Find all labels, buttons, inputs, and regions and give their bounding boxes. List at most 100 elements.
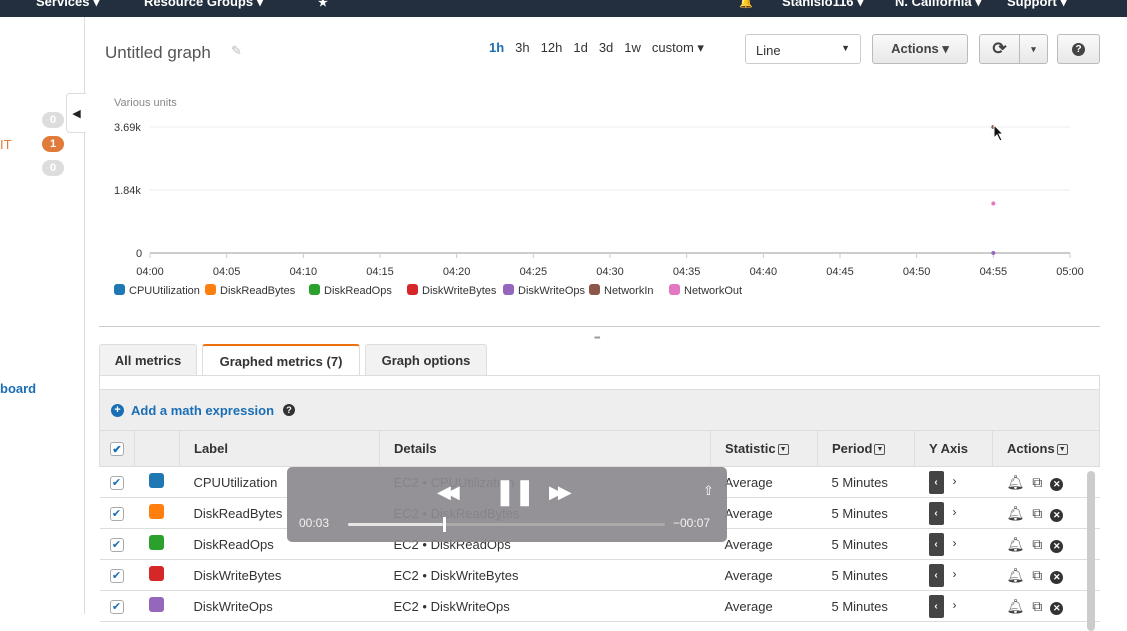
- playback-scrubber[interactable]: [348, 523, 665, 526]
- refresh-icon[interactable]: ⟳: [979, 34, 1020, 64]
- dropdown-icon[interactable]: ▼: [778, 444, 789, 455]
- duplicate-icon[interactable]: ⧉: [1032, 474, 1042, 491]
- remove-icon[interactable]: ✕: [1050, 540, 1063, 553]
- dropdown-icon[interactable]: ▼: [874, 444, 885, 455]
- elapsed-time: 00:03: [299, 516, 329, 530]
- chevron-down-icon: ▼: [841, 43, 850, 53]
- range-3d[interactable]: 3d: [599, 40, 613, 56]
- sidebar-item-alarm[interactable]: IT: [0, 137, 12, 152]
- resize-handle[interactable]: ▪▪▪: [594, 333, 600, 342]
- row-checkbox[interactable]: ✔: [110, 507, 124, 521]
- row-checkbox[interactable]: ✔: [110, 476, 124, 490]
- y-axis-right-icon[interactable]: ›: [953, 474, 957, 488]
- rewind-icon[interactable]: ◀◀: [437, 482, 455, 503]
- legend-label: DiskWriteBytes: [422, 285, 497, 297]
- row-statistic[interactable]: Average: [711, 591, 818, 622]
- color-swatch[interactable]: [149, 535, 164, 550]
- x-tick-label: 04:25: [520, 266, 548, 278]
- y-axis-right-icon[interactable]: ›: [953, 505, 957, 519]
- duplicate-icon[interactable]: ⧉: [1032, 505, 1042, 522]
- range-custom[interactable]: custom ▾: [652, 40, 704, 56]
- x-tick-label: 04:35: [673, 266, 701, 278]
- account-menu[interactable]: Stanislo116 ▾: [782, 0, 864, 10]
- region-menu[interactable]: N. California ▾: [895, 0, 982, 10]
- range-1h[interactable]: 1h: [489, 40, 504, 56]
- color-swatch[interactable]: [149, 473, 164, 488]
- y-axis-right-icon[interactable]: ›: [953, 567, 957, 581]
- services-menu[interactable]: Services ▾: [36, 0, 100, 10]
- add-circle-icon[interactable]: +: [111, 404, 124, 417]
- x-tick-label: 04:50: [903, 266, 931, 278]
- duplicate-icon[interactable]: ⧉: [1032, 598, 1042, 615]
- help-icon[interactable]: ?: [283, 404, 295, 416]
- actions-header[interactable]: Actions▼: [993, 431, 1100, 467]
- color-swatch[interactable]: [149, 566, 164, 581]
- remove-icon[interactable]: ✕: [1050, 509, 1063, 522]
- tab-graph-options[interactable]: Graph options: [365, 344, 487, 376]
- color-swatch[interactable]: [149, 597, 164, 612]
- actions-button[interactable]: Actions ▾: [872, 34, 968, 64]
- y-axis-right-icon[interactable]: ›: [953, 598, 957, 612]
- y-axis-left-icon[interactable]: ‹: [929, 533, 944, 556]
- collapse-sidebar-icon[interactable]: ◀: [66, 93, 86, 133]
- alarm-ok-badge: 0: [42, 112, 64, 128]
- alarm-bell-icon[interactable]: 🔔︎: [1007, 567, 1025, 584]
- row-statistic[interactable]: Average: [711, 560, 818, 591]
- range-3h[interactable]: 3h: [515, 40, 529, 56]
- share-icon[interactable]: ⇧: [703, 483, 714, 499]
- row-period[interactable]: 5 Minutes: [818, 498, 915, 529]
- support-menu[interactable]: Support ▾: [1007, 0, 1067, 10]
- refresh-options-dropdown[interactable]: ▾: [1019, 34, 1048, 64]
- chart-type-select[interactable]: Line ▼: [745, 34, 861, 64]
- range-12h[interactable]: 12h: [541, 40, 563, 56]
- tab-graphed-metrics[interactable]: Graphed metrics (7): [202, 344, 360, 376]
- pin-star-icon[interactable]: ★: [318, 0, 328, 9]
- row-checkbox[interactable]: ✔: [110, 538, 124, 552]
- resource-groups-menu[interactable]: Resource Groups ▾: [144, 0, 263, 10]
- tab-all-metrics[interactable]: All metrics: [99, 344, 197, 376]
- dropdown-icon[interactable]: ▼: [1057, 444, 1068, 455]
- row-label[interactable]: DiskWriteBytes: [180, 560, 380, 591]
- color-swatch[interactable]: [149, 504, 164, 519]
- label-header[interactable]: Label: [180, 431, 380, 467]
- row-period[interactable]: 5 Minutes: [818, 467, 915, 498]
- edit-title-pencil-icon[interactable]: ✎: [231, 43, 242, 59]
- row-actions: 🔔︎ ⧉ ✕: [993, 591, 1100, 622]
- alarm-bell-icon[interactable]: 🔔︎: [1007, 598, 1025, 615]
- alarm-bell-icon[interactable]: 🔔︎: [1007, 505, 1025, 522]
- alarm-bell-icon[interactable]: 🔔︎: [1007, 474, 1025, 491]
- row-period[interactable]: 5 Minutes: [818, 591, 915, 622]
- y-axis-left-icon[interactable]: ‹: [929, 564, 944, 587]
- duplicate-icon[interactable]: ⧉: [1032, 536, 1042, 553]
- select-all-checkbox[interactable]: ✔: [110, 442, 124, 456]
- table-scrollbar[interactable]: [1087, 471, 1095, 631]
- notifications-bell-icon[interactable]: 🔔: [739, 0, 753, 9]
- row-checkbox[interactable]: ✔: [110, 600, 124, 614]
- row-period[interactable]: 5 Minutes: [818, 529, 915, 560]
- remove-icon[interactable]: ✕: [1050, 478, 1063, 491]
- y-axis-right-icon[interactable]: ›: [953, 536, 957, 550]
- remove-icon[interactable]: ✕: [1050, 602, 1063, 615]
- add-math-expression-link[interactable]: Add a math expression: [131, 403, 274, 418]
- duplicate-icon[interactable]: ⧉: [1032, 567, 1042, 584]
- range-1w[interactable]: 1w: [624, 40, 641, 56]
- y-axis-left-icon[interactable]: ‹: [929, 471, 944, 494]
- help-button[interactable]: ?: [1057, 34, 1100, 64]
- remove-icon[interactable]: ✕: [1050, 571, 1063, 584]
- y-axis-left-icon[interactable]: ‹: [929, 502, 944, 525]
- period-header[interactable]: Period▼: [818, 431, 915, 467]
- sidebar-item-dashboard[interactable]: board: [0, 381, 36, 396]
- y-axis-left-icon[interactable]: ‹: [929, 595, 944, 618]
- row-y-axis: ‹›: [915, 529, 993, 560]
- alarm-bell-icon[interactable]: 🔔︎: [1007, 536, 1025, 553]
- row-checkbox[interactable]: ✔: [110, 569, 124, 583]
- row-label[interactable]: DiskWriteOps: [180, 591, 380, 622]
- pause-icon[interactable]: ❚❚: [494, 476, 534, 507]
- legend-swatch: [503, 284, 514, 295]
- row-details: EC2 • DiskWriteBytes: [380, 560, 711, 591]
- fast-forward-icon[interactable]: ▶▶: [549, 482, 567, 503]
- scrubber-thumb[interactable]: [443, 517, 446, 532]
- statistic-header[interactable]: Statistic▼: [711, 431, 818, 467]
- range-1d[interactable]: 1d: [573, 40, 587, 56]
- row-period[interactable]: 5 Minutes: [818, 560, 915, 591]
